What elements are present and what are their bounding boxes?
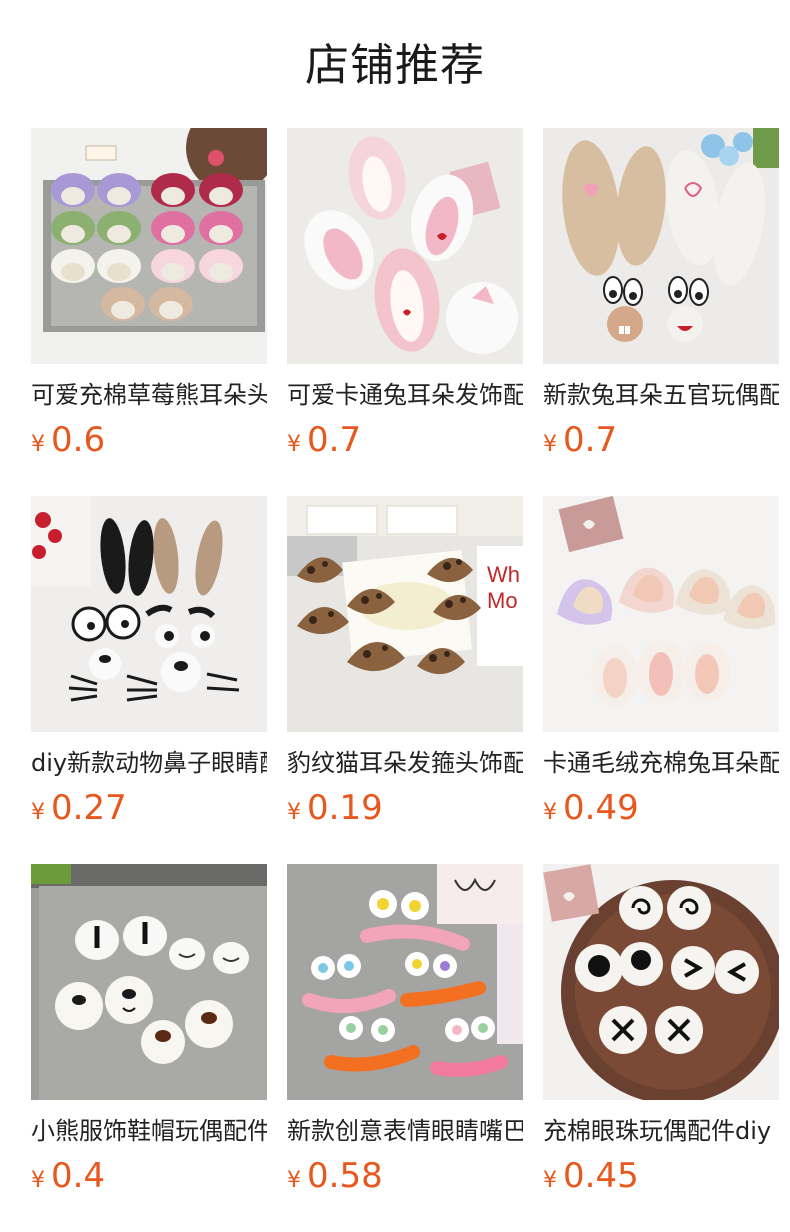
product-card[interactable]: 新款兔耳朵五官玩偶配件 ¥0.7 — [543, 128, 779, 468]
price-amount: 0.58 — [307, 1156, 383, 1196]
price-amount: 0.7 — [563, 420, 618, 460]
currency-symbol: ¥ — [31, 432, 45, 457]
product-price: ¥0.7 — [287, 418, 361, 462]
currency-symbol: ¥ — [287, 800, 301, 825]
bear-ears-tray-image[interactable] — [31, 128, 267, 364]
product-name[interactable]: 小熊服饰鞋帽玩偶配件 — [31, 1114, 267, 1150]
product-card[interactable]: 新款创意表情眼睛嘴巴配件 ¥0.58 — [287, 864, 523, 1204]
product-card[interactable]: 小熊服饰鞋帽玩偶配件 ¥0.4 — [31, 864, 267, 1204]
product-card[interactable]: 卡通毛绒充棉兔耳朵配件 ¥0.49 — [543, 496, 779, 836]
product-card[interactable]: 可爱充棉草莓熊耳朵头饰 ¥0.6 — [31, 128, 267, 468]
plush-cat-ears-image[interactable] — [543, 496, 779, 732]
product-name[interactable]: 豹纹猫耳朵发箍头饰配件 — [287, 746, 523, 782]
bunny-ears-image[interactable] — [287, 128, 523, 364]
price-amount: 0.4 — [51, 1156, 106, 1196]
price-amount: 0.7 — [307, 420, 362, 460]
currency-symbol: ¥ — [543, 800, 557, 825]
product-name[interactable]: 新款创意表情眼睛嘴巴配件 — [287, 1114, 523, 1150]
expression-eyes-mouths-image[interactable] — [287, 864, 523, 1100]
svg-text:Wh: Wh — [487, 562, 520, 587]
animal-face-parts-image[interactable] — [31, 496, 267, 732]
product-name[interactable]: diy新款动物鼻子眼睛配件 — [31, 746, 267, 782]
leopard-cat-ears-image[interactable]: Wh Mo — [287, 496, 523, 732]
bear-eyes-noses-image[interactable] — [31, 864, 267, 1100]
product-card[interactable]: 充棉眼珠玩偶配件diy ¥0.45 — [543, 864, 779, 1204]
product-name[interactable]: 可爱充棉草莓熊耳朵头饰 — [31, 378, 267, 414]
currency-symbol: ¥ — [31, 800, 45, 825]
embroidered-bunny-ears-image[interactable] — [543, 128, 779, 364]
price-amount: 0.19 — [307, 788, 383, 828]
product-price: ¥0.6 — [31, 418, 105, 462]
product-price: ¥0.7 — [543, 418, 617, 462]
product-name[interactable]: 充棉眼珠玩偶配件diy — [543, 1114, 779, 1150]
product-price: ¥0.49 — [543, 786, 639, 830]
product-name[interactable]: 可爱卡通兔耳朵发饰配件 — [287, 378, 523, 414]
price-amount: 0.49 — [563, 788, 639, 828]
product-price: ¥0.58 — [287, 1154, 383, 1198]
product-price: ¥0.4 — [31, 1154, 105, 1198]
price-amount: 0.27 — [51, 788, 127, 828]
plush-eyeballs-plate-image[interactable] — [543, 864, 779, 1100]
page-title: 店铺推荐 — [305, 40, 485, 91]
product-card[interactable]: diy新款动物鼻子眼睛配件 ¥0.27 — [31, 496, 267, 836]
product-card[interactable]: Wh Mo 豹纹猫耳朵发箍头饰配 ¥ 0.19 — [287, 496, 523, 836]
currency-symbol: ¥ — [31, 1168, 45, 1193]
product-name[interactable]: 新款兔耳朵五官玩偶配件 — [543, 378, 779, 414]
currency-symbol: ¥ — [543, 1168, 557, 1193]
currency-symbol: ¥ — [287, 432, 301, 457]
product-price: ¥0.27 — [31, 786, 127, 830]
product-price: ¥0.45 — [543, 1154, 639, 1198]
currency-symbol: ¥ — [543, 432, 557, 457]
price-amount: 0.6 — [51, 420, 106, 460]
product-price: ¥0.19 — [287, 786, 383, 830]
svg-text:Mo: Mo — [487, 588, 518, 613]
product-name[interactable]: 卡通毛绒充棉兔耳朵配件 — [543, 746, 779, 782]
product-card[interactable]: 可爱卡通兔耳朵发饰配件 ¥0.7 — [287, 128, 523, 468]
price-amount: 0.45 — [563, 1156, 639, 1196]
currency-symbol: ¥ — [287, 1168, 301, 1193]
